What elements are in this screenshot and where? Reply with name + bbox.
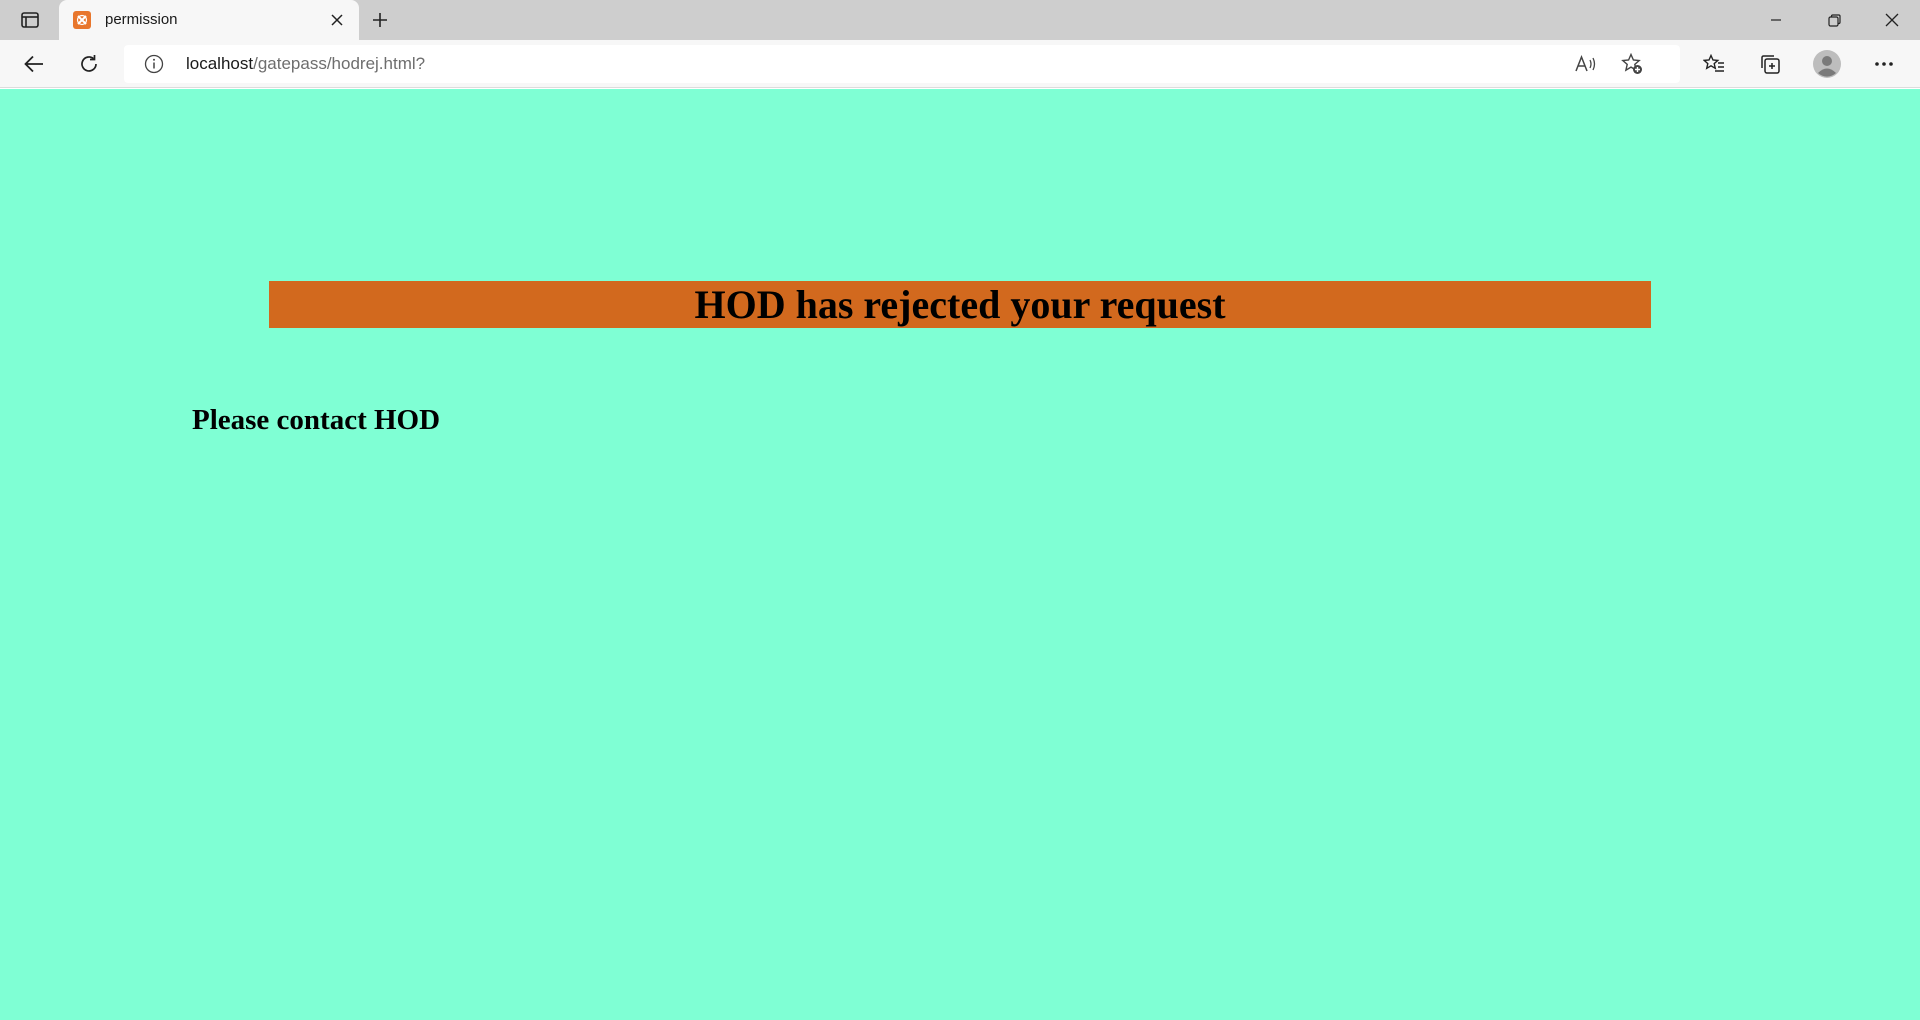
xampp-favicon-icon [73, 11, 91, 29]
site-info-icon[interactable] [144, 54, 164, 74]
rejection-banner: HOD has rejected your request [269, 281, 1651, 328]
favorites-icon [1703, 54, 1725, 74]
avatar-icon [1813, 50, 1841, 78]
collections-icon [1759, 53, 1781, 75]
add-favorite-button[interactable] [1616, 48, 1648, 80]
read-aloud-button[interactable] [1570, 48, 1602, 80]
reload-button[interactable] [73, 48, 105, 80]
address-bar[interactable]: localhost/gatepass/hodrej.html? [124, 45, 1680, 83]
plus-icon [372, 12, 388, 28]
restore-button[interactable] [1806, 0, 1862, 40]
restore-icon [1827, 13, 1841, 27]
close-window-button[interactable] [1864, 0, 1920, 40]
tab-actions-button[interactable] [10, 4, 50, 36]
favorites-button[interactable] [1698, 48, 1730, 80]
read-aloud-icon [1575, 55, 1597, 73]
browser-tabstrip: permission [0, 0, 1920, 40]
url-host: localhost [186, 54, 254, 73]
minimize-icon [1770, 14, 1782, 26]
browser-toolbar: localhost/gatepass/hodrej.html? [0, 40, 1920, 88]
reload-icon [79, 54, 99, 74]
back-button[interactable] [18, 48, 50, 80]
arrow-left-icon [24, 55, 44, 73]
minimize-button[interactable] [1748, 0, 1804, 40]
page-title: HOD has rejected your request [694, 282, 1226, 327]
tab-close-icon[interactable] [325, 8, 349, 32]
tab-title: permission [105, 11, 178, 28]
contact-message: Please contact HOD [192, 404, 441, 436]
more-icon [1874, 61, 1894, 67]
tab-actions-icon [21, 12, 39, 28]
url-path: /gatepass/hodrej.html? [253, 54, 426, 73]
close-icon [1885, 13, 1899, 27]
settings-menu-button[interactable] [1868, 48, 1900, 80]
page-viewport: HOD has rejected your request Please con… [0, 89, 1920, 1020]
collections-button[interactable] [1754, 48, 1786, 80]
tab-permission[interactable]: permission [59, 0, 359, 40]
profile-button[interactable] [1811, 48, 1843, 80]
star-add-icon [1621, 53, 1643, 75]
url-text: localhost/gatepass/hodrej.html? [186, 54, 425, 74]
new-tab-button[interactable] [366, 6, 394, 34]
